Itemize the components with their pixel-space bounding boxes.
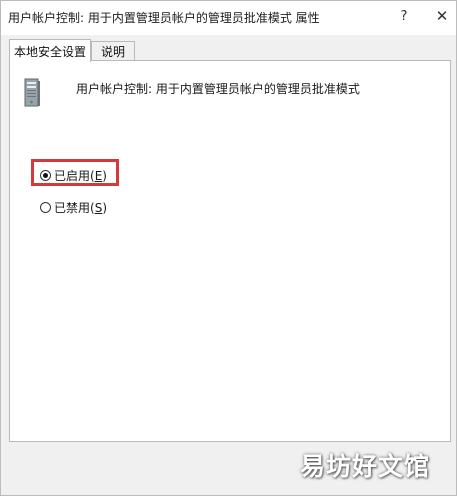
- radio-selected-dot: [43, 173, 48, 178]
- enabled-label-prefix: 已启用(: [54, 169, 95, 183]
- title-bar: 用户帐户控制: 用于内置管理员帐户的管理员批准模式 属性 ? ✕: [1, 1, 456, 35]
- radio-disabled[interactable]: 已禁用(S): [40, 199, 107, 216]
- tab-local-security-setting[interactable]: 本地安全设置: [9, 39, 91, 62]
- help-button[interactable]: ?: [393, 6, 415, 26]
- disabled-label-prefix: 已禁用(: [54, 201, 95, 215]
- close-button[interactable]: ✕: [431, 6, 453, 26]
- site-watermark: 易坊好文馆: [300, 452, 431, 481]
- enabled-label-suffix: ): [102, 168, 107, 183]
- properties-dialog: 用户帐户控制: 用于内置管理员帐户的管理员批准模式 属性 ? ✕ 本地安全设置 …: [0, 0, 457, 496]
- tab-explain[interactable]: 说明: [91, 41, 135, 61]
- tab-panel: 用户帐户控制: 用于内置管理员帐户的管理员批准模式 已启用(E) 已禁用(S): [9, 60, 451, 442]
- radio-disabled-circle[interactable]: [40, 202, 51, 213]
- disabled-label-suffix: ): [102, 200, 107, 215]
- radio-enabled-circle[interactable]: [40, 170, 51, 181]
- disabled-accesskey: S: [94, 200, 103, 215]
- server-computer-icon: [24, 78, 40, 107]
- enabled-accesskey: E: [94, 168, 103, 183]
- radio-enabled[interactable]: 已启用(E): [40, 167, 107, 184]
- window-title: 用户帐户控制: 用于内置管理员帐户的管理员批准模式 属性: [8, 11, 320, 25]
- policy-name: 用户帐户控制: 用于内置管理员帐户的管理员批准模式: [76, 82, 360, 96]
